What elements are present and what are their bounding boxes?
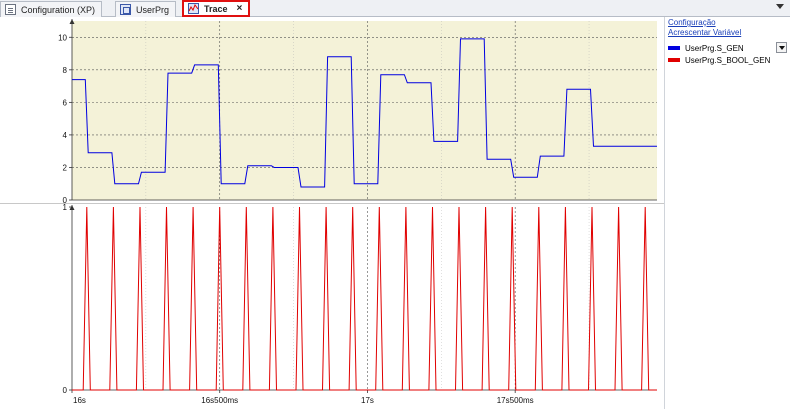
upper-y-tick-label: 6 (63, 98, 68, 107)
tab-list-dropdown-icon[interactable] (776, 4, 784, 9)
tab-configuration[interactable]: Configuration (XP) (0, 1, 103, 17)
upper-y-tick-label: 8 (63, 66, 68, 75)
series-color-swatch (668, 46, 680, 50)
legend-item-s-bool-gen[interactable]: UserPrg.S_BOOL_GEN (667, 54, 787, 66)
tab-label: UserPrg (136, 4, 170, 15)
variable-legend: UserPrg.S_GEN UserPrg.S_BOOL_GEN (667, 42, 787, 66)
legend-label: UserPrg.S_GEN (685, 43, 744, 53)
legend-label: UserPrg.S_BOOL_GEN (685, 55, 771, 65)
trace-chart-area[interactable]: 0 2 4 6 8 10 0 1 16s 16s500ms 17s 17s500ms (0, 17, 664, 409)
tab-label: Trace (204, 3, 228, 14)
trace-icon (188, 3, 199, 14)
x-tick-label: 17s (361, 396, 374, 405)
program-icon (120, 4, 131, 15)
lower-y-tick-label: 1 (63, 203, 68, 212)
trace-side-panel: Configuração Acrescentar Variável UserPr… (664, 17, 790, 409)
add-variable-link[interactable]: Acrescentar Variável (668, 28, 741, 37)
lower-y-tick-label: 0 (63, 386, 68, 395)
trace-chart[interactable]: 02468100116s 16s500ms 17s 17s500ms (0, 17, 664, 409)
upper-y-tick-label: 2 (63, 163, 68, 172)
lower-plot-background (72, 207, 657, 390)
close-icon[interactable]: × (237, 3, 243, 14)
x-tick-label: 16s (73, 396, 86, 405)
tab-userprg[interactable]: UserPrg (115, 1, 177, 17)
legend-item-s-gen[interactable]: UserPrg.S_GEN (667, 42, 787, 54)
editor-tab-bar: Configuration (XP) UserPrg Trace × (0, 0, 790, 17)
upper-y-tick-label: 10 (58, 33, 67, 42)
tab-label: Configuration (XP) (21, 4, 96, 15)
upper-plot-background (72, 21, 657, 200)
series-color-swatch (668, 58, 680, 62)
x-tick-label: 16s500ms (201, 396, 238, 405)
configuration-link[interactable]: Configuração (668, 18, 716, 27)
x-tick-label: 17s500ms (497, 396, 534, 405)
chevron-down-icon[interactable] (776, 42, 787, 53)
upper-y-tick-label: 4 (63, 131, 68, 140)
document-icon (5, 4, 16, 15)
tab-trace[interactable]: Trace × (182, 0, 251, 17)
